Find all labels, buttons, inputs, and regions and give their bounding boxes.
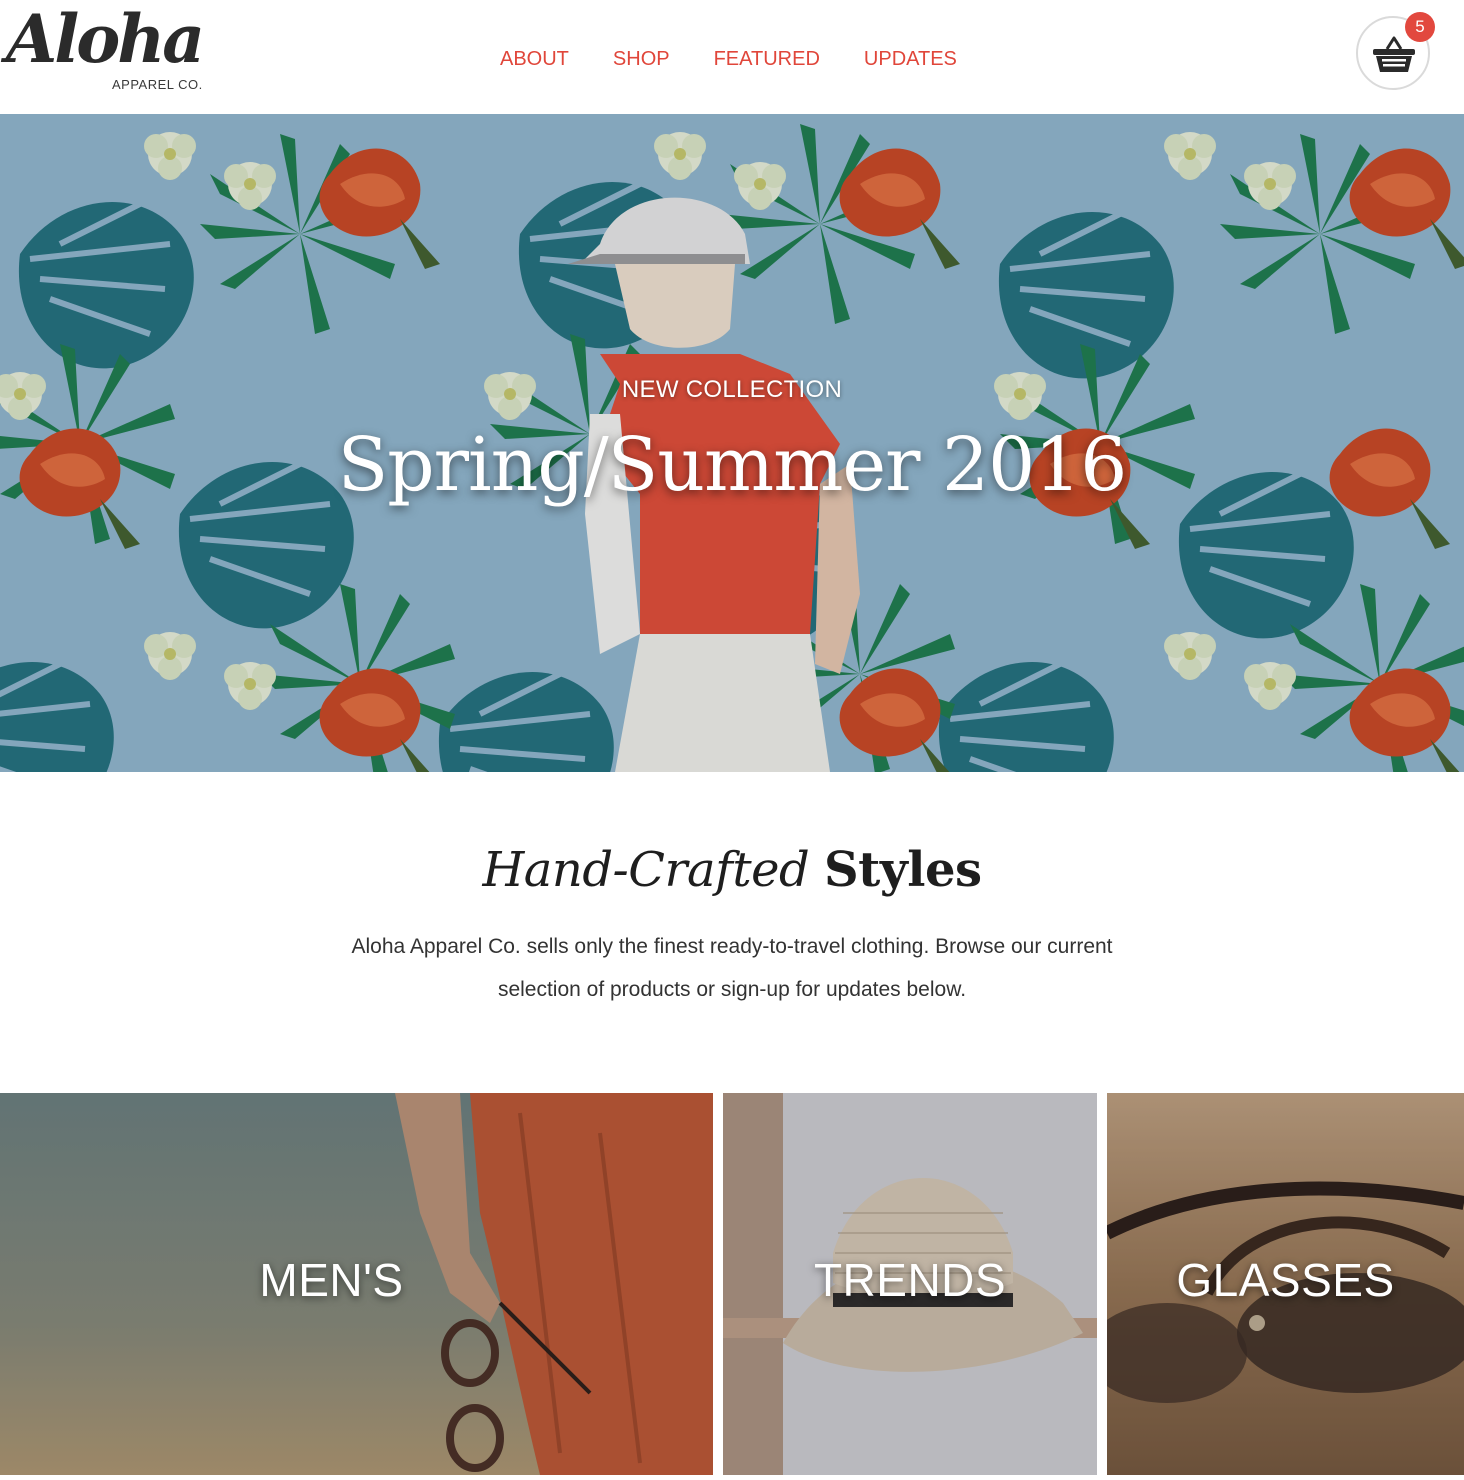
nav-about[interactable]: ABOUT — [478, 46, 591, 72]
logo-subtitle: APPAREL CO. — [112, 77, 203, 92]
nav-featured[interactable]: FEATURED — [692, 46, 842, 72]
category-tile-mens[interactable]: MEN'S — [0, 1093, 713, 1475]
section-title-bold: Styles — [824, 842, 982, 898]
brand-logo[interactable]: Aloha APPAREL CO. — [4, 6, 205, 100]
hero-eyebrow: NEW COLLECTION — [621, 376, 843, 403]
cart-count-badge: 5 — [1405, 12, 1435, 42]
category-label-trends: TRENDS — [813, 1254, 1007, 1306]
logo-wordmark: Aloha — [6, 0, 205, 78]
hero-title: Spring/Summer 2016 — [337, 422, 1128, 508]
nav-shop[interactable]: SHOP — [591, 46, 692, 72]
nav-updates[interactable]: UPDATES — [842, 46, 979, 72]
section-description: Aloha Apparel Co. sells only the finest … — [351, 935, 1113, 1001]
section-title: Hand-Crafted Styles — [0, 842, 1464, 898]
section-title-italic: Hand-Crafted — [482, 842, 810, 898]
hero-banner: NEW COLLECTION Spring/Summer 2016 — [0, 114, 1464, 772]
category-label-mens: MEN'S — [259, 1254, 404, 1306]
category-tile-glasses[interactable]: GLASSES — [1107, 1093, 1464, 1475]
category-label-glasses: GLASSES — [1176, 1254, 1395, 1306]
main-nav: ABOUT SHOP FEATURED UPDATES — [478, 46, 979, 72]
site-header: Aloha APPAREL CO. ABOUT SHOP FEATURED UP… — [0, 0, 1464, 114]
category-tile-trends[interactable]: TRENDS — [723, 1093, 1097, 1475]
